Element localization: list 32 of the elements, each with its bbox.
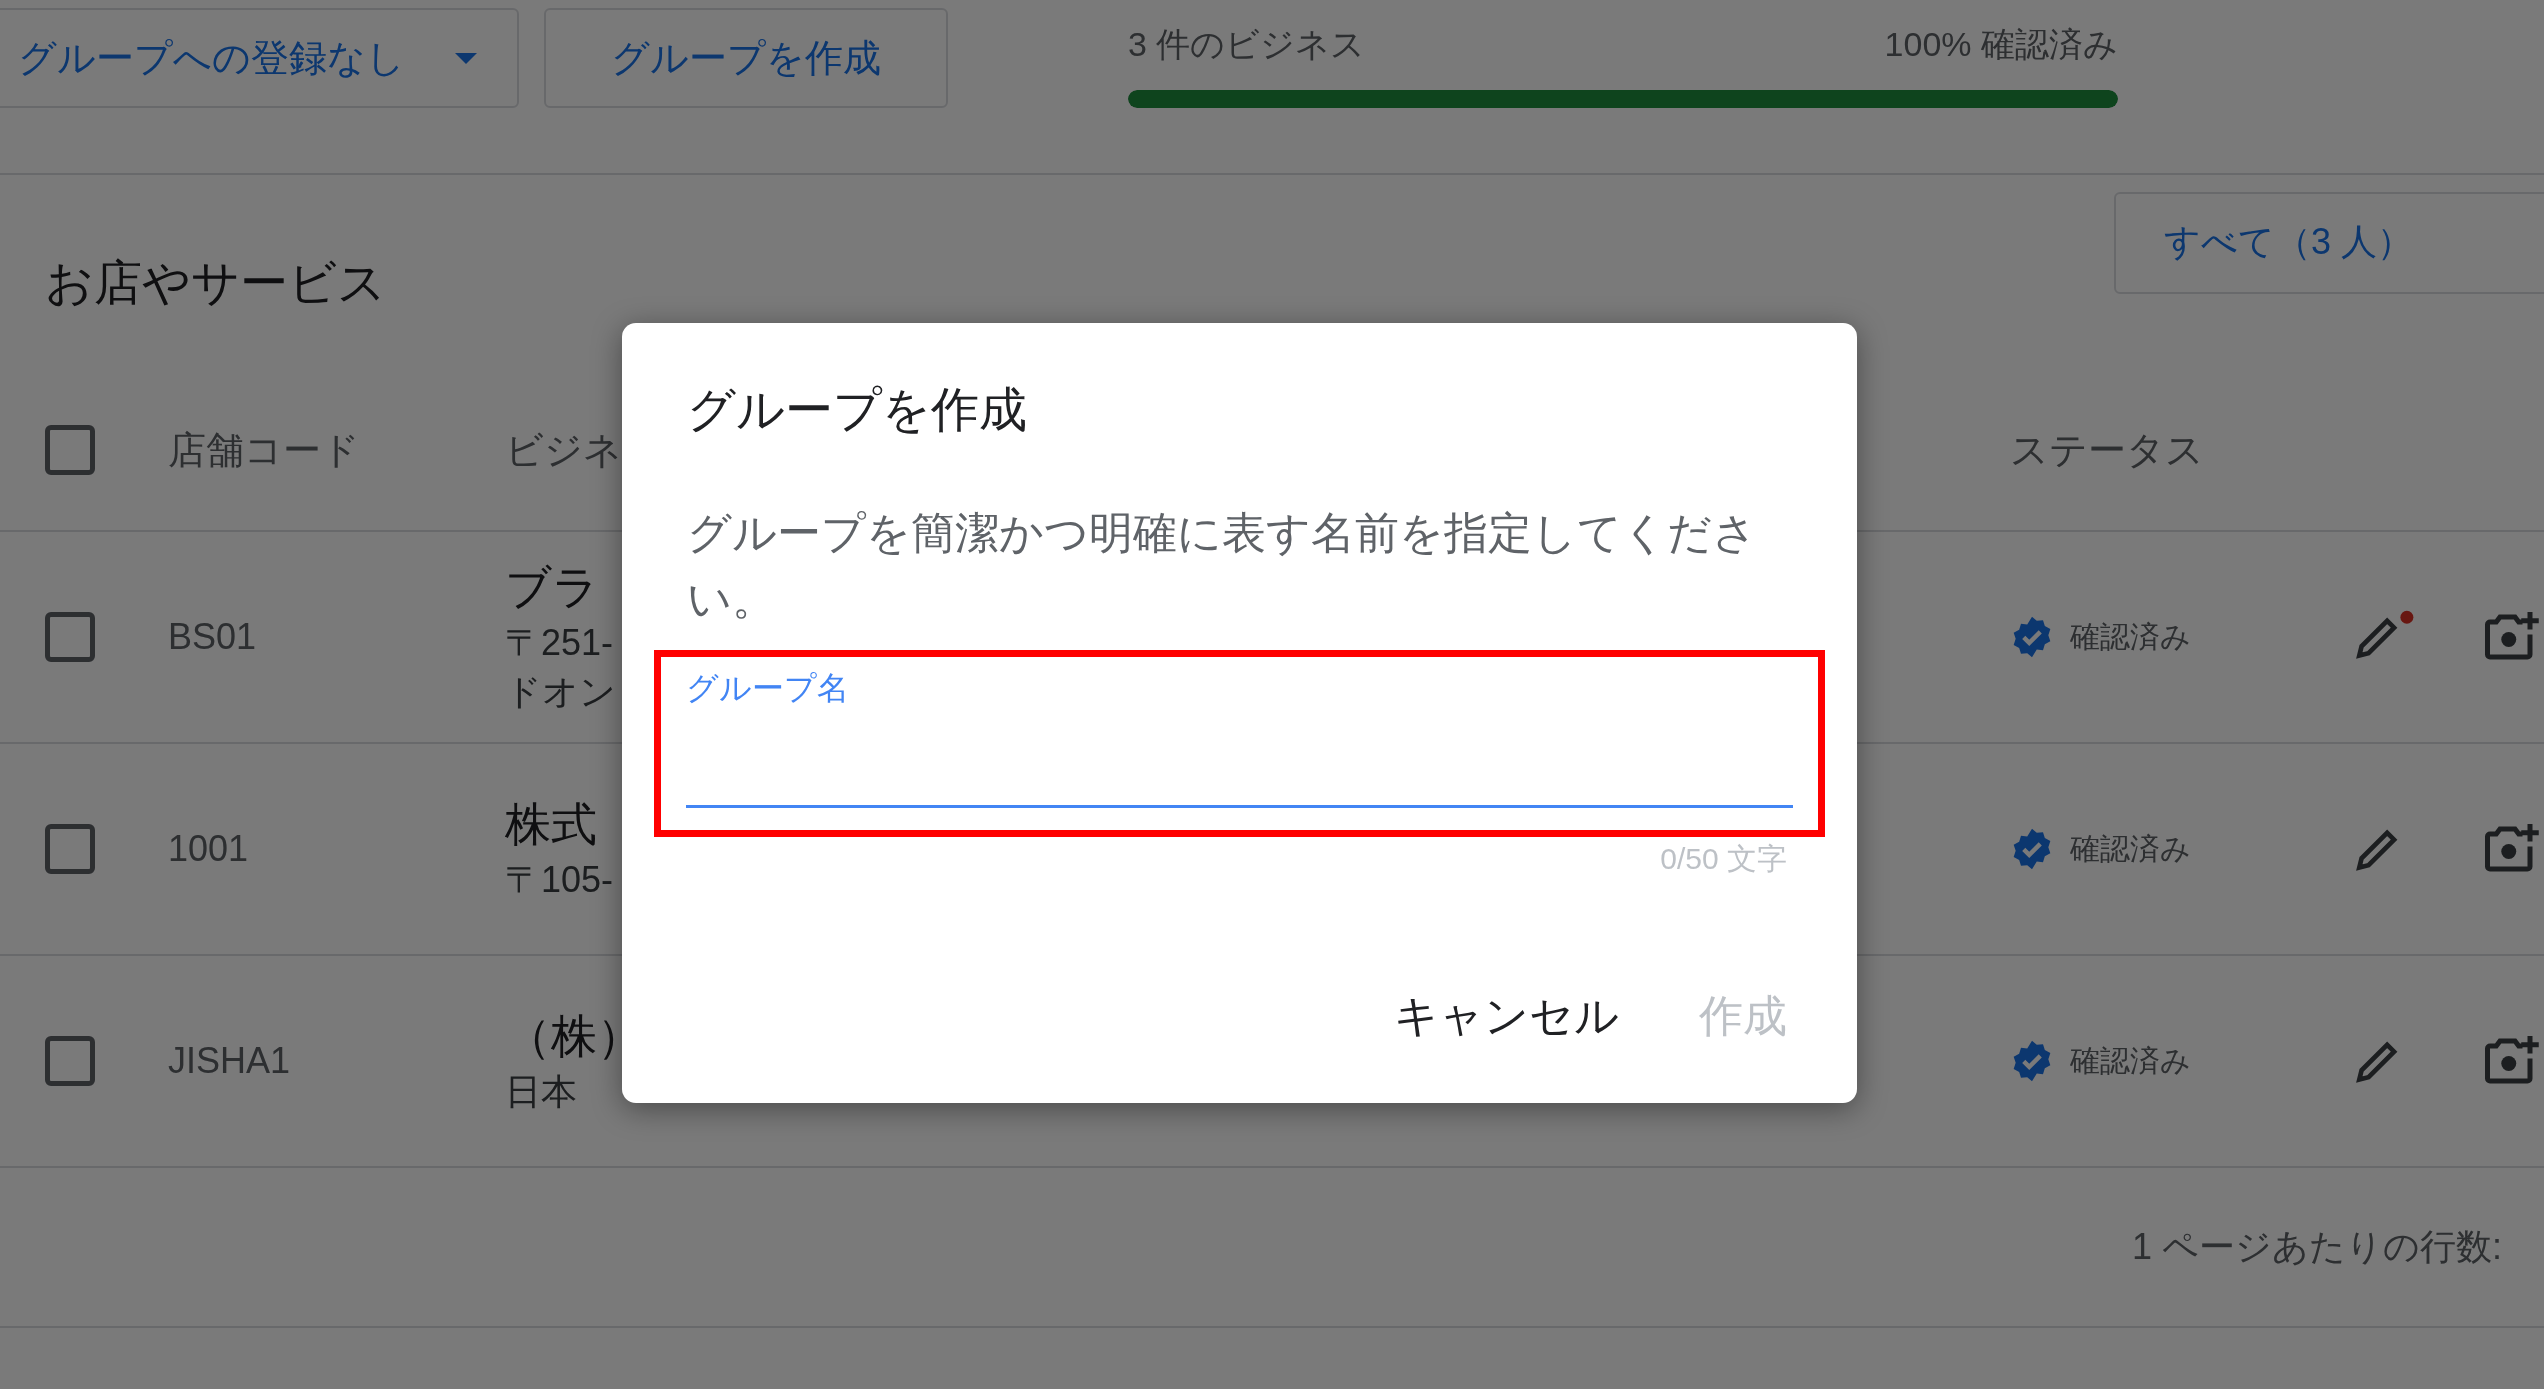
- table-cell-text: 〒105-: [505, 857, 614, 902]
- group-dropdown[interactable]: グループへの登録なし: [0, 8, 519, 108]
- business-count: 3 件のビジネス: [1128, 24, 1366, 65]
- verified-percent: 100% 確認済み: [1884, 24, 2118, 65]
- status-label: 確認済み: [2070, 618, 2191, 655]
- create-group-button[interactable]: グループを作成: [544, 8, 948, 108]
- checkbox[interactable]: [45, 824, 95, 874]
- group-name-field[interactable]: グループ名: [686, 667, 1793, 808]
- dialog-description: グループを簡潔かつ明確に表す名前を指定してください。: [687, 507, 1758, 625]
- column-header: 店舗コード: [168, 427, 361, 473]
- column-header: ステータス: [2010, 427, 2205, 473]
- table-cell-text: BS01: [168, 616, 258, 658]
- table-cell-text: （株）: [505, 1008, 643, 1064]
- status-label: 確認済み: [2070, 1042, 2191, 1079]
- checkbox[interactable]: [45, 1036, 95, 1086]
- caret-icon: [455, 52, 477, 64]
- table-cell-text: JISHA1: [168, 1040, 292, 1082]
- table-cell-text: ドオン: [505, 670, 616, 714]
- dialog-title: グループを作成: [687, 382, 1028, 438]
- table-cell-text: 日本: [505, 1069, 577, 1114]
- rows-per-page-label: 1 ページあたりの行数:: [2131, 1224, 2502, 1269]
- section-title: お店やサービス: [45, 254, 386, 311]
- table-cell-text: ブラ: [505, 560, 599, 615]
- filter-button[interactable]: すべて（3 人）: [2114, 191, 2544, 294]
- checkbox[interactable]: [45, 612, 95, 662]
- checkbox[interactable]: [45, 425, 95, 475]
- table-cell-text: 株式: [505, 796, 597, 852]
- column-header: ビジネ: [505, 427, 623, 473]
- status-label: 確認済み: [2070, 830, 2191, 867]
- character-counter: 0/50 文字: [1660, 841, 1787, 877]
- table-cell-text: 〒251-: [505, 621, 614, 665]
- table-cell-text: 1001: [168, 828, 250, 870]
